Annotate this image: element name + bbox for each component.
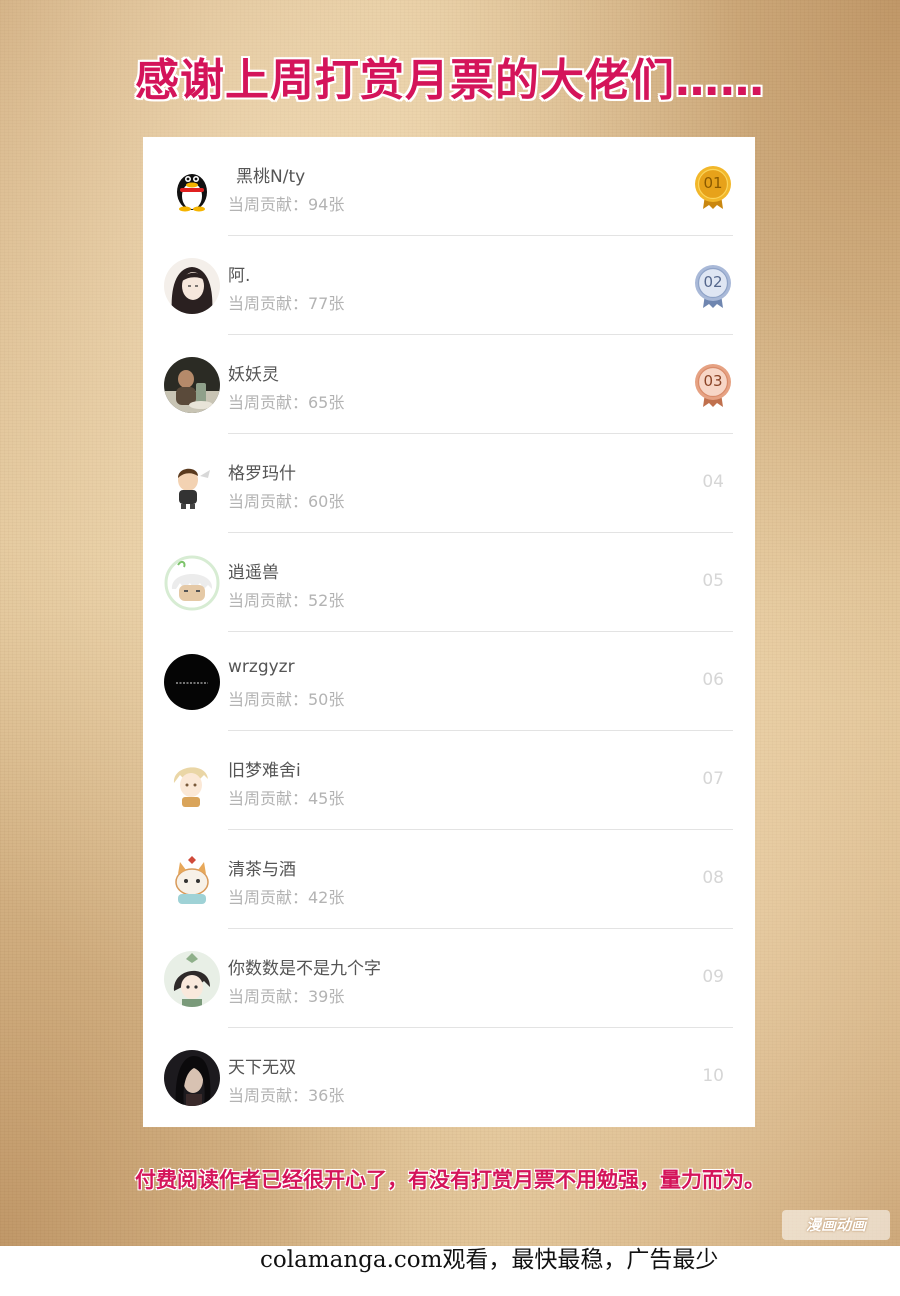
- username: 格罗玛什: [228, 464, 296, 484]
- rank-number: 10: [702, 1066, 724, 1086]
- contribution-count: 当周贡献：36张: [228, 1086, 345, 1105]
- leaderboard-row: 阿. 当周贡献：77张 02: [143, 236, 755, 335]
- rank-number: 07: [702, 769, 724, 789]
- username: 你数数是不是九个字: [228, 959, 381, 979]
- long-hair-avatar: [164, 258, 220, 314]
- contribution-count: 当周贡献：52张: [228, 591, 345, 610]
- username: 天下无双: [228, 1058, 296, 1078]
- contribution-count: 当周贡献：45张: [228, 789, 345, 808]
- rank-number: 03: [703, 372, 723, 390]
- rank-number: 09: [702, 967, 724, 987]
- rank-number: 01: [703, 174, 723, 192]
- penguin-avatar: [164, 159, 220, 215]
- leaderboard-row: 格罗玛什 当周贡献：60张 04: [143, 434, 755, 533]
- poster-background: 感谢上周打赏月票的大佬们…… 黑桃N/ty 当周贡献：94张 01 阿. 当周贡…: [0, 0, 900, 1246]
- poster-headline: 感谢上周打赏月票的大佬们……: [135, 55, 765, 106]
- dark-hair-avatar: [164, 1050, 220, 1106]
- watermark-text: colamanga.com观看，最快最稳，广告最少: [260, 1247, 719, 1273]
- username: wrzgyzr: [228, 657, 295, 677]
- username: 清茶与酒: [228, 860, 296, 880]
- contribution-count: 当周贡献：65张: [228, 393, 345, 412]
- leaderboard-row: 逍遥兽 当周贡献：52张 05: [143, 533, 755, 632]
- username: 逍遥兽: [228, 563, 279, 583]
- publisher-logo: 漫画动画: [782, 1210, 890, 1240]
- blonde-boy-avatar: [164, 753, 220, 809]
- leaderboard-row: wrzgyzr 当周贡献：50张 06: [143, 632, 755, 731]
- contribution-count: 当周贡献：77张: [228, 294, 345, 313]
- rank-number: 04: [702, 472, 724, 492]
- white-hair-avatar: [164, 555, 220, 611]
- leaderboard-row: 天下无双 当周贡献：36张 10: [143, 1028, 755, 1127]
- bronze-medal-icon: 03: [693, 363, 733, 409]
- rank-number: 08: [702, 868, 724, 888]
- contribution-count: 当周贡献：39张: [228, 987, 345, 1006]
- leaderboard-row: 你数数是不是九个字 当周贡献：39张 09: [143, 929, 755, 1028]
- rank-number: 02: [703, 273, 723, 291]
- username: 黑桃N/ty: [236, 167, 306, 187]
- contribution-count: 当周贡献：60张: [228, 492, 345, 511]
- silver-medal-icon: 02: [693, 264, 733, 310]
- leaderboard-row: 妖妖灵 当周贡献：65张 03: [143, 335, 755, 434]
- leaderboard-row: 旧梦难舍i 当周贡献：45张 07: [143, 731, 755, 830]
- rank-number: 06: [702, 670, 724, 690]
- username: 旧梦难舍i: [228, 761, 301, 781]
- footer-note: 付费阅读作者已经很开心了，有没有打赏月票不用勉强，量力而为。: [135, 1168, 765, 1192]
- cat-avatar: [164, 852, 220, 908]
- leaderboard-row: 黑桃N/ty 当周贡献：94张 01: [143, 137, 755, 236]
- contribution-count: 当周贡献：50张: [228, 690, 345, 709]
- contribution-count: 当周贡献：94张: [228, 195, 345, 214]
- rank-number: 05: [702, 571, 724, 591]
- leaderboard-card: 黑桃N/ty 当周贡献：94张 01 阿. 当周贡献：77张 02 妖妖灵 当周…: [143, 137, 755, 1127]
- username: 妖妖灵: [228, 365, 279, 385]
- black-circle-avatar: [164, 654, 220, 710]
- anime-avatar: [164, 951, 220, 1007]
- username: 阿.: [228, 266, 251, 286]
- photo-avatar: [164, 357, 220, 413]
- contribution-count: 当周贡献：42张: [228, 888, 345, 907]
- cartoon-boy-avatar: [164, 456, 220, 512]
- leaderboard-row: 清茶与酒 当周贡献：42张 08: [143, 830, 755, 929]
- gold-medal-icon: 01: [693, 165, 733, 211]
